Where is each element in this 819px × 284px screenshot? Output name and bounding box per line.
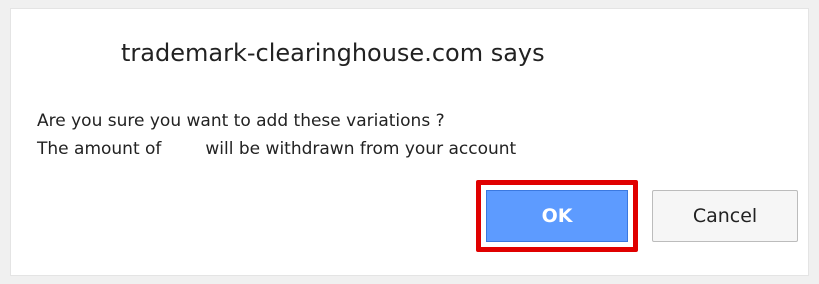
message-line-2: The amount of will be withdrawn from your… (37, 135, 516, 163)
ok-button[interactable]: OK (486, 190, 628, 242)
cancel-button[interactable]: Cancel (652, 190, 798, 242)
dialog-message: Are you sure you want to add these varia… (37, 107, 516, 163)
message-line-2-start: The amount of (37, 139, 162, 159)
message-line-2-end: will be withdrawn from your account (205, 139, 517, 159)
dialog-title: trademark-clearinghouse.com says (121, 39, 545, 67)
message-line-1: Are you sure you want to add these varia… (37, 111, 445, 131)
